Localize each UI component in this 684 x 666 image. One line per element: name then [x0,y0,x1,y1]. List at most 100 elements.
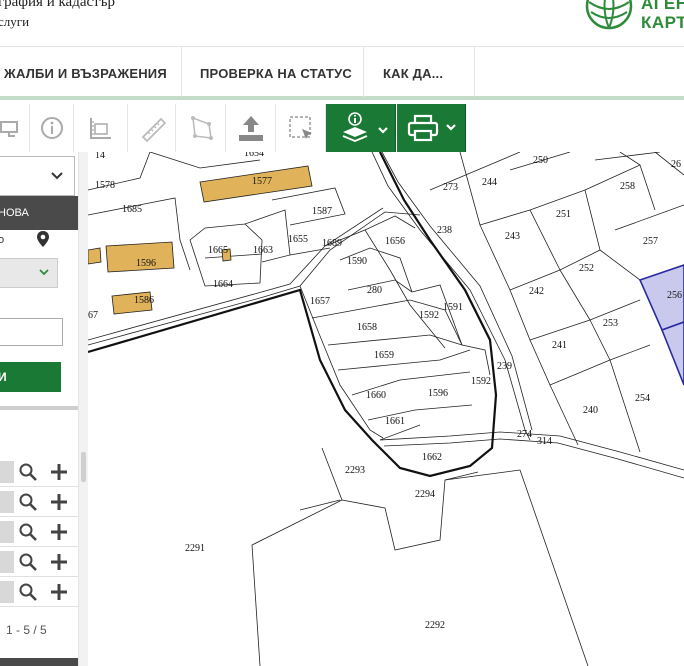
location-label: о [0,234,5,246]
select-area-icon [288,116,312,139]
parcel-label: 258 [620,181,635,192]
add-icon[interactable] [48,521,70,543]
nav-complaints[interactable]: ЖАЛБИ И ВЪЗРАЖЕНИЯ [4,47,167,97]
parcel-label: 1662 [422,452,442,463]
zoom-icon[interactable] [18,522,38,542]
parcel-label: 314 [537,436,552,447]
add-icon[interactable] [48,551,70,573]
polygon-icon [190,116,213,140]
result-cell [0,581,14,603]
nav-separator [181,47,182,97]
identify-rectangle-icon [0,121,18,137]
parcel-label: 1658 [357,322,377,333]
parcel-label: 241 [552,340,567,351]
identify-rectangle-tool[interactable] [0,104,30,152]
layers-info-button[interactable] [326,104,396,152]
add-icon[interactable] [48,461,70,483]
parcel-label: 1586 [134,295,154,306]
nav-separator [474,47,475,97]
parcel-label: 1592 [471,376,491,387]
search-type-select[interactable] [0,156,75,196]
parcel-label: 2291 [185,543,205,554]
add-icon[interactable] [48,491,70,513]
ruler-tool[interactable] [128,104,176,152]
search-sidebar: НОВА о И 1 - 5 / 5 [0,152,88,666]
chevron-down-icon [51,172,63,180]
zoom-icon[interactable] [18,492,38,512]
parcel-label: 1591 [443,302,463,313]
parcel-label: 1578 [95,180,115,191]
results-divider [0,406,78,410]
parcel-label: 254 [635,393,650,404]
map-toolbar [0,104,684,152]
parcel-label: 1661 [385,416,405,427]
search-button[interactable]: И [0,362,61,392]
parcel-label: 251 [556,209,571,220]
nav-how-to[interactable]: КАК ДА... [383,47,443,97]
location-dropdown[interactable] [0,258,58,288]
parcel-label: 1685 [122,204,142,215]
brand-line2: КАРТ [641,13,684,32]
result-row[interactable] [0,487,78,517]
parcel-label: 1659 [374,350,394,361]
info-tool[interactable] [30,104,74,152]
zoom-icon[interactable] [18,582,38,602]
print-button[interactable] [397,104,466,152]
parcel-label: 1577 [252,176,272,187]
sidebar-scrollbar-thumb[interactable] [81,452,86,482]
brand-line1: АГЕН [641,0,684,13]
upload-tool[interactable] [226,104,276,152]
parcel-label: 1657 [310,296,330,307]
result-cell [0,491,14,513]
zoom-icon[interactable] [18,462,38,482]
chevron-down-icon [39,269,49,276]
ruler-icon [141,117,166,142]
result-row[interactable] [0,457,78,487]
select-area-tool[interactable] [276,104,326,152]
parcel-label: 67 [88,310,98,321]
parcel-label: 26 [671,159,681,170]
upload-icon [238,116,263,141]
nav-separator [363,47,364,97]
result-row[interactable] [0,547,78,577]
parcel-label: 1655 [288,234,308,245]
search-input[interactable] [0,318,63,346]
result-cell [0,551,14,573]
measure-area-tool[interactable] [74,104,128,152]
parcel-label: 1664 [213,279,233,290]
parcel-label: 2294 [415,489,435,500]
search-button-label: И [0,370,7,384]
info-icon [40,117,63,139]
map-canvas[interactable]: 14 1654 1578 1685 1577 1587 1655 1689 16… [88,152,684,666]
parcel-label: 256 [667,290,682,301]
parcel-label: 1587 [312,206,332,217]
parcel-label: 243 [505,231,520,242]
cadastral-map[interactable]: 14 1654 1578 1685 1577 1587 1655 1689 16… [88,152,684,666]
parcel-label: 1590 [347,256,367,267]
result-row[interactable] [0,517,78,547]
building [88,247,102,265]
parcel-label: 2293 [345,465,365,476]
parcel-label: 242 [529,286,544,297]
selected-parcel[interactable] [660,321,684,386]
results-pager: 1 - 5 / 5 [6,623,47,637]
nav-status-check[interactable]: ПРОВЕРКА НА СТАТУС [200,47,352,97]
parcel-label: 252 [579,263,594,274]
result-row[interactable] [0,577,78,607]
layers-info-icon [342,112,388,142]
section-header-text: НОВА [0,207,29,219]
parcel-label: 240 [583,405,598,416]
parcel-label: 280 [367,285,382,296]
sidebar-scrollbar[interactable] [78,152,88,666]
section-header: НОВА [0,196,78,230]
globe-logo-icon[interactable] [582,0,636,32]
zoom-icon[interactable] [18,552,38,572]
polygon-tool[interactable] [176,104,226,152]
parcel-label: 1689 [322,238,342,249]
result-cell [0,461,14,483]
location-pin-icon[interactable] [36,230,50,248]
parcel-label: 1660 [366,390,386,401]
header: графия и кадастър слуги АГЕН КАРТ [0,0,684,46]
sidebar-footer [0,658,78,666]
add-icon[interactable] [48,581,70,603]
